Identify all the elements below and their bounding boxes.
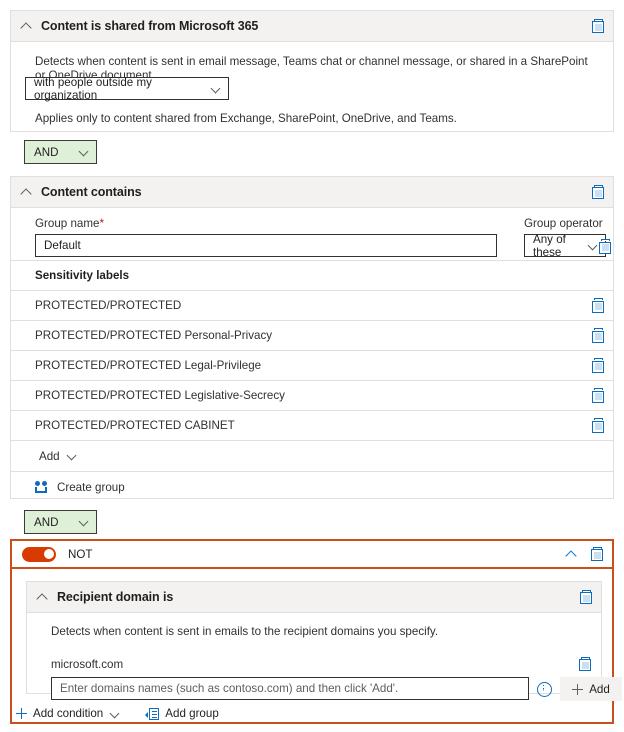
trash-icon[interactable]: [591, 358, 605, 373]
condition-builder-footer: Add condition Add group: [16, 707, 219, 720]
card-title: Recipient domain is: [57, 590, 174, 604]
create-group-button[interactable]: Create group: [11, 471, 613, 502]
trash-icon[interactable]: [579, 589, 593, 605]
not-group-bar: NOT: [12, 541, 612, 569]
domain-input-placeholder: Enter domains names (such as contoso.com…: [60, 682, 399, 695]
chevron-up-icon[interactable]: [21, 20, 33, 32]
card-title: Content contains: [41, 185, 142, 199]
table-row[interactable]: PROTECTED/PROTECTED CABINET: [11, 410, 613, 440]
sensitivity-label-value: PROTECTED/PROTECTED: [35, 299, 182, 312]
table-row[interactable]: PROTECTED/PROTECTED Personal-Privacy: [11, 320, 613, 350]
sensitivity-label-value: PROTECTED/PROTECTED CABINET: [35, 419, 235, 432]
trash-icon[interactable]: [578, 656, 592, 672]
add-group-button[interactable]: Add group: [145, 707, 219, 720]
add-domain-button-label: Add: [589, 682, 610, 696]
group-name-label-text: Group name: [35, 217, 100, 230]
table-row[interactable]: PROTECTED/PROTECTED: [11, 290, 613, 320]
plus-icon: [16, 708, 27, 719]
chevron-up-icon[interactable]: [566, 548, 578, 560]
chevron-down-icon: [66, 450, 78, 462]
info-icon[interactable]: [537, 682, 552, 697]
sensitivity-labels-header: Sensitivity labels: [11, 260, 613, 290]
condition-card-content-contains: Content contains Group name* Default Gro…: [10, 176, 614, 499]
operator-pill-1[interactable]: AND: [24, 140, 97, 164]
group-settings-row: Group name* Default Group operator Any o…: [11, 208, 613, 260]
domain-value: microsoft.com: [51, 657, 124, 671]
sensitivity-label-value: PROTECTED/PROTECTED Legislative-Secrecy: [35, 389, 285, 402]
card-title: Content is shared from Microsoft 365: [41, 19, 259, 33]
trash-icon[interactable]: [591, 298, 605, 313]
chevron-down-icon: [210, 83, 222, 95]
add-group-icon: [145, 707, 160, 720]
add-sensitivity-label-button[interactable]: Add: [11, 440, 613, 471]
sensitivity-label-value: PROTECTED/PROTECTED Personal-Privacy: [35, 329, 273, 342]
chevron-up-icon[interactable]: [21, 186, 33, 198]
operator-pill-2-value: AND: [34, 515, 59, 529]
required-marker: *: [99, 217, 104, 230]
add-condition-label: Add condition: [33, 707, 104, 720]
condition-card-recipient-domain-is: Recipient domain is Detects when content…: [26, 581, 622, 701]
trash-icon[interactable]: [591, 418, 605, 433]
trash-icon[interactable]: [591, 184, 605, 200]
group-operator-select[interactable]: Any of these: [524, 232, 606, 259]
table-row[interactable]: PROTECTED/PROTECTED Legislative-Secrecy: [11, 380, 613, 410]
trash-icon[interactable]: [591, 328, 605, 343]
group-name-input[interactable]: Default: [35, 234, 497, 257]
domain-input[interactable]: Enter domains names (such as contoso.com…: [51, 677, 529, 700]
trash-icon[interactable]: [591, 388, 605, 403]
operator-pill-2[interactable]: AND: [24, 510, 97, 534]
shared-scope-select-value: with people outside my organization: [34, 75, 152, 102]
condition-footnote: Applies only to content shared from Exch…: [35, 112, 457, 125]
group-operator-label: Group operator: [524, 217, 603, 230]
chevron-down-icon: [78, 516, 90, 528]
card-header: Recipient domain is: [27, 582, 601, 613]
operator-pill-1-value: AND: [34, 145, 59, 159]
add-condition-button[interactable]: Add condition: [16, 707, 121, 720]
group-operator-select-value: Any of these: [533, 232, 566, 259]
trash-icon[interactable]: [590, 546, 604, 562]
trash-icon[interactable]: [591, 18, 605, 34]
sensitivity-label-value: PROTECTED/PROTECTED Legal-Privilege: [35, 359, 262, 372]
card-header: Content is shared from Microsoft 365: [11, 11, 613, 42]
condition-builder-page: Content is shared from Microsoft 365 Det…: [0, 0, 624, 732]
plus-icon: [572, 683, 584, 695]
add-group-label: Add group: [165, 707, 219, 720]
chevron-down-icon: [78, 146, 90, 158]
condition-card-content-shared-from-microsoft-365: Content is shared from Microsoft 365 Det…: [10, 10, 614, 132]
not-group: NOT Recipient domain is Detects when con…: [10, 539, 622, 724]
shared-scope-select[interactable]: with people outside my organization: [25, 75, 229, 102]
create-group-icon: [35, 480, 49, 494]
add-label: Add: [39, 449, 60, 463]
not-label: NOT: [68, 547, 93, 561]
not-toggle[interactable]: [22, 546, 56, 562]
create-group-label: Create group: [57, 480, 125, 494]
trash-icon[interactable]: [598, 239, 612, 254]
add-domain-button[interactable]: Add: [560, 677, 622, 701]
card-header: Content contains: [11, 177, 613, 208]
domain-row[interactable]: microsoft.com: [27, 652, 601, 676]
chevron-up-icon[interactable]: [37, 591, 49, 603]
condition-description: Detects when content is sent in emails t…: [51, 625, 439, 638]
chevron-down-icon: [109, 708, 121, 720]
table-row[interactable]: PROTECTED/PROTECTED Legal-Privilege: [11, 350, 613, 380]
sensitivity-labels-header-text: Sensitivity labels: [35, 269, 130, 282]
group-name-label: Group name*: [35, 217, 104, 230]
group-name-input-value: Default: [44, 239, 81, 252]
